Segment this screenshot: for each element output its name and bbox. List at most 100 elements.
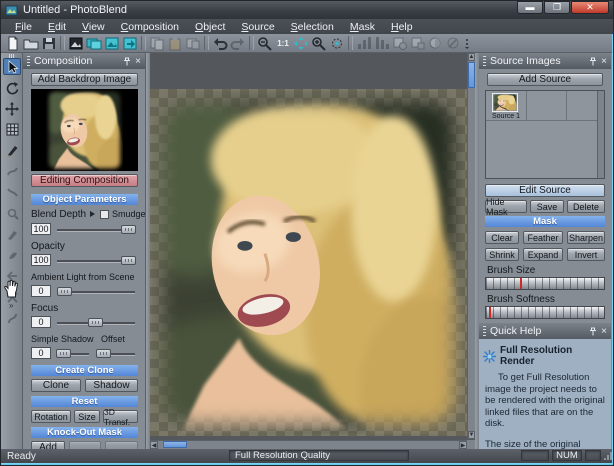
brush-size-slider[interactable] (485, 277, 605, 290)
backdrop-image-icon[interactable] (67, 35, 85, 52)
menu-selection[interactable]: Selection (283, 21, 342, 33)
simple-shadow-slider[interactable] (56, 353, 89, 355)
blend-depth-value[interactable]: 100 (31, 223, 51, 235)
tool-6-icon[interactable] (3, 163, 21, 180)
focus-value[interactable]: 0 (31, 316, 51, 328)
import-image-icon[interactable] (103, 35, 121, 52)
menu-object[interactable]: Object (187, 21, 233, 33)
blend-depth-expander-icon[interactable] (90, 211, 95, 217)
sharpen-button[interactable]: Sharpen (567, 231, 605, 244)
hide-mask-button[interactable]: Hide Mask (485, 200, 527, 213)
smudge-fix-checkbox[interactable] (100, 210, 109, 219)
pin-icon[interactable] (123, 57, 131, 66)
feather-button[interactable]: Feather (523, 231, 563, 244)
size-button[interactable]: Size (74, 410, 100, 423)
opacity-slider[interactable] (57, 260, 135, 262)
add-source-button[interactable]: Add Source (487, 73, 603, 86)
menu-file[interactable]: File (7, 21, 40, 33)
scroll-up-arrow[interactable]: ▲ (468, 53, 475, 61)
brush-softness-slider[interactable] (485, 306, 605, 319)
scroll-right-arrow[interactable]: ▶ (459, 441, 467, 449)
ambient-light-slider[interactable] (57, 291, 135, 293)
simple-shadow-slider-thumb[interactable] (56, 349, 71, 358)
save-button[interactable]: Save (530, 200, 564, 213)
pin-icon[interactable] (589, 57, 597, 66)
editing-composition-button[interactable]: Editing Composition (31, 174, 138, 187)
maximize-button[interactable]: ❐ (544, 1, 570, 14)
tool-10-icon[interactable] (3, 247, 21, 264)
mask-tool-4-icon[interactable] (445, 35, 463, 52)
menu-composition[interactable]: Composition (113, 21, 187, 33)
focus-slider-thumb[interactable] (88, 318, 103, 327)
quick-help-panel-header[interactable]: Quick Help × (479, 323, 611, 339)
save-file-icon[interactable] (40, 35, 58, 52)
clear-button[interactable]: Clear (485, 231, 519, 244)
canvas-horizontal-scrollbar[interactable]: ◀ ▶ (150, 440, 467, 449)
minimize-button[interactable]: ▬ (517, 1, 543, 14)
source-list-scrollbar[interactable] (597, 91, 604, 178)
close-panel-icon[interactable]: × (601, 326, 607, 337)
shadow-button[interactable]: Shadow (85, 379, 138, 392)
paint-tool-icon[interactable] (3, 142, 21, 159)
source-images-icon[interactable] (85, 35, 103, 52)
offset-slider-thumb[interactable] (96, 349, 111, 358)
object-down-icon[interactable] (373, 35, 391, 52)
simple-shadow-value[interactable]: 0 (31, 347, 51, 359)
tool-8-icon[interactable] (3, 205, 21, 222)
blend-depth-slider-thumb[interactable] (121, 225, 136, 234)
invert-button[interactable]: Invert (567, 248, 605, 261)
opacity-slider-thumb[interactable] (121, 256, 136, 265)
composition-panel-header[interactable]: Composition × (23, 53, 145, 69)
pin-icon[interactable] (589, 327, 597, 336)
resize-grip[interactable] (603, 452, 612, 461)
pattern-tool-icon[interactable] (3, 121, 21, 138)
mask-tool-2-icon[interactable] (409, 35, 427, 52)
center-view-icon[interactable] (328, 35, 346, 52)
source-images-panel-header[interactable]: Source Images × (479, 53, 611, 69)
edit-source-button[interactable]: Edit Source (485, 184, 605, 197)
scroll-down-arrow[interactable]: ▼ (468, 431, 475, 439)
mask-tool-1-icon[interactable] (391, 35, 409, 52)
canvas-vertical-scrollbar[interactable]: ▲ ▼ (467, 53, 475, 439)
ambient-light-value[interactable]: 0 (31, 285, 51, 297)
toolbar-overflow-icon[interactable] (463, 35, 471, 52)
blend-depth-slider[interactable] (57, 229, 135, 231)
move-tool-icon[interactable] (3, 100, 21, 117)
paste-icon[interactable] (166, 35, 184, 52)
duplicate-icon[interactable] (184, 35, 202, 52)
offset-slider[interactable] (96, 353, 135, 355)
export-image-icon[interactable] (121, 35, 139, 52)
title-bar[interactable]: Untitled - PhotoBlend ▬ ❐ ✕ (1, 1, 614, 19)
open-file-icon[interactable] (22, 35, 40, 52)
tool-7-icon[interactable] (3, 184, 21, 201)
canvas-area[interactable]: ▲ ▼ ◀ ▶ (150, 53, 475, 449)
clone-button[interactable]: Clone (31, 379, 81, 392)
tool-13-icon[interactable] (3, 310, 21, 327)
rotate-tool-icon[interactable] (3, 79, 21, 96)
close-button[interactable]: ✕ (571, 1, 609, 14)
close-panel-icon[interactable]: × (601, 56, 607, 67)
composition-preview[interactable] (31, 89, 138, 171)
opacity-value[interactable]: 100 (31, 254, 51, 266)
tool-9-icon[interactable] (3, 226, 21, 243)
toolstrip-more-chevron[interactable]: » (9, 301, 13, 310)
new-document-icon[interactable] (4, 35, 22, 52)
focus-slider[interactable] (57, 322, 135, 324)
menu-view[interactable]: View (74, 21, 113, 33)
shrink-button[interactable]: Shrink (485, 248, 519, 261)
select-tool-icon[interactable] (3, 58, 21, 75)
close-panel-icon[interactable]: × (135, 56, 141, 67)
redo-icon[interactable] (229, 35, 247, 52)
source-list[interactable]: Source 1 (485, 90, 605, 179)
menu-source[interactable]: Source (233, 21, 282, 33)
mask-tool-3-icon[interactable] (427, 35, 445, 52)
zoom-fit-icon[interactable] (292, 35, 310, 52)
expand-button[interactable]: Expand (523, 248, 563, 261)
vertical-scroll-thumb[interactable] (468, 62, 475, 88)
portrait-photo[interactable] (152, 91, 465, 434)
delete-button[interactable]: Delete (567, 200, 605, 213)
brush-softness-marker[interactable] (489, 307, 491, 318)
ambient-light-slider-thumb[interactable] (57, 287, 72, 296)
transf-3d-button[interactable]: 3D Transf. (103, 410, 138, 423)
add-backdrop-image-button[interactable]: Add Backdrop Image (31, 73, 138, 86)
